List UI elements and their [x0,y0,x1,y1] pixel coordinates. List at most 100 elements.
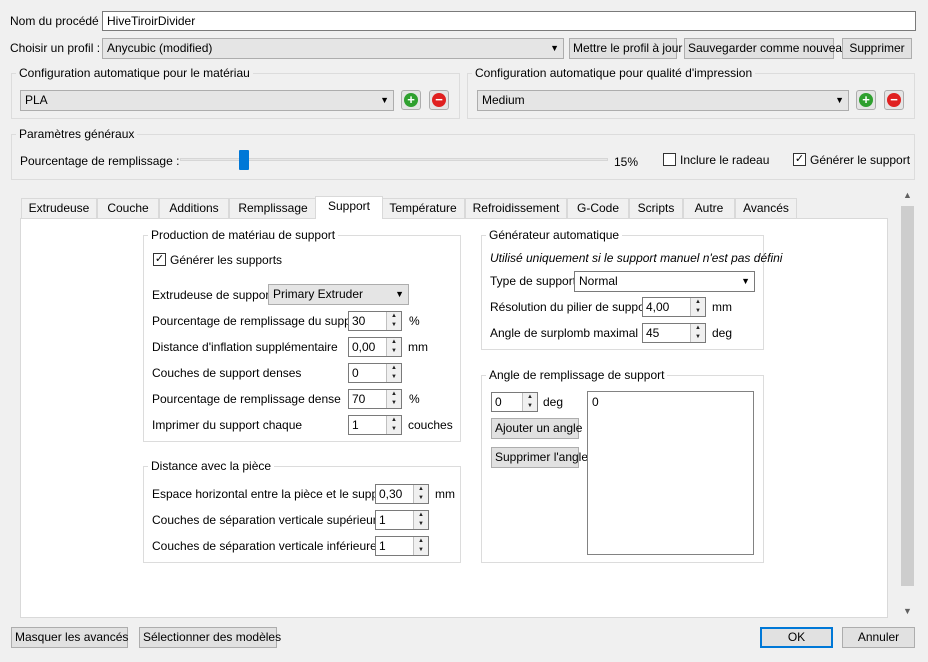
chevron-down-icon[interactable]: ▼ [899,606,916,616]
tab-autre[interactable]: Autre [683,198,735,218]
tab-refroidissement[interactable]: Refroidissement [465,198,567,218]
infill-angle-spinner[interactable]: 0 ▲ ▼ [491,392,538,412]
save-as-new-button[interactable]: Sauvegarder comme nouveau [684,38,849,59]
support-infill-spinner[interactable]: 30 ▲ ▼ [348,311,402,331]
upper-separation-label: Couches de séparation verticale supérieu… [152,513,384,527]
process-name-input[interactable]: HiveTiroirDivider [102,11,916,31]
spin-down-icon[interactable]: ▼ [387,321,401,330]
tab-g-code[interactable]: G-Code [567,198,629,218]
add-angle-button[interactable]: Ajouter un angle [491,418,582,439]
auto-generator-title: Générateur automatique [486,228,623,242]
support-extruder-select[interactable]: Primary Extruder ▼ [268,284,409,305]
support-label: Générer le support [810,153,911,167]
update-profile-button[interactable]: Mettre le profil à jour [569,38,682,59]
plus-circle-icon: + [404,93,418,107]
tab-avanc-s[interactable]: Avancés [735,198,797,218]
spin-down-icon[interactable]: ▼ [691,333,705,342]
add-quality-button[interactable]: + [856,90,876,110]
support-type-select[interactable]: Normal ▼ [574,271,755,292]
spin-down-icon[interactable]: ▼ [387,425,401,434]
spin-up-icon[interactable]: ▲ [387,390,401,399]
remove-material-button[interactable]: − [429,90,449,110]
spin-up-icon[interactable]: ▲ [691,298,705,307]
generate-supports-label: Générer les supports [170,253,283,267]
support-extruder-value: Primary Extruder [273,287,364,301]
angle-listbox[interactable]: 0 [587,391,754,555]
spin-up-icon[interactable]: ▲ [414,511,428,520]
delete-profile-button[interactable]: Supprimer [842,38,912,59]
spin-up-icon[interactable]: ▲ [387,338,401,347]
spin-down-icon[interactable]: ▼ [523,402,537,411]
spin-down-icon[interactable]: ▼ [387,399,401,408]
tab-extrudeuse[interactable]: Extrudeuse [21,198,97,218]
inflation-value: 0,00 [352,340,376,354]
ok-button[interactable]: OK [760,627,833,648]
tab-remplissage[interactable]: Remplissage [229,198,317,218]
horizontal-gap-spinner[interactable]: 0,30 ▲ ▼ [375,484,429,504]
spin-down-icon[interactable]: ▼ [691,307,705,316]
support-infill-value: 30 [352,314,366,328]
tab-couche[interactable]: Couche [97,198,159,218]
upper-separation-spinner[interactable]: 1 ▲ ▼ [375,510,429,530]
raft-label: Inclure le radeau [680,153,770,167]
spin-down-icon[interactable]: ▼ [414,494,428,503]
support-every-value: 1 [352,418,359,432]
tab-temp-rature[interactable]: Température [381,198,465,218]
spin-up-icon[interactable]: ▲ [691,324,705,333]
quality-select-value: Medium [482,93,525,107]
spin-down-icon[interactable]: ▼ [387,373,401,382]
spin-up-icon[interactable]: ▲ [387,364,401,373]
spin-up-icon[interactable]: ▲ [387,416,401,425]
material-select[interactable]: PLA ▼ [20,90,394,111]
overhang-angle-label: Angle de surplomb maximal [490,326,639,340]
overhang-angle-spinner[interactable]: 45 ▲ ▼ [642,323,706,343]
support-every-spinner[interactable]: 1 ▲ ▼ [348,415,402,435]
dense-layers-spinner[interactable]: 0 ▲ ▼ [348,363,402,383]
tab-additions[interactable]: Additions [159,198,229,218]
dense-layers-value: 0 [352,366,359,380]
dense-infill-spinner[interactable]: 70 ▲ ▼ [348,389,402,409]
profile-label: Choisir un profil : [10,41,101,55]
generate-supports-checkbox[interactable]: ✓ [153,253,166,266]
scrollbar-thumb[interactable] [901,206,914,586]
select-models-button[interactable]: Sélectionner des modèles [139,627,281,648]
remove-quality-button[interactable]: − [884,90,904,110]
spin-up-icon[interactable]: ▲ [414,537,428,546]
quality-select[interactable]: Medium ▼ [477,90,849,111]
chevron-down-icon: ▼ [835,95,844,105]
chevron-down-icon: ▼ [380,95,389,105]
lower-separation-spinner[interactable]: 1 ▲ ▼ [375,536,429,556]
remove-angle-button[interactable]: Supprimer l'angle [491,447,588,468]
dense-infill-value: 70 [352,392,366,406]
horizontal-gap-label: Espace horizontal entre la pièce et le s… [152,487,393,501]
add-material-button[interactable]: + [401,90,421,110]
spin-down-icon[interactable]: ▼ [414,546,428,555]
list-item[interactable]: 0 [592,395,749,409]
overhang-angle-unit: deg [712,326,733,340]
hide-advanced-button[interactable]: Masquer les avancés [11,627,128,648]
inflation-spinner[interactable]: 0,00 ▲ ▼ [348,337,402,357]
spin-down-icon[interactable]: ▼ [414,520,428,529]
pillar-resolution-value: 4,00 [646,300,670,314]
profile-select[interactable]: Anycubic (modified) ▼ [102,38,564,59]
dense-infill-unit: % [409,392,420,406]
spin-up-icon[interactable]: ▲ [387,312,401,321]
pillar-resolution-spinner[interactable]: 4,00 ▲ ▼ [642,297,706,317]
spin-up-icon[interactable]: ▲ [523,393,537,402]
infill-slider-thumb[interactable] [239,150,250,170]
cancel-button[interactable]: Annuler [842,627,915,648]
support-checkbox[interactable]: ✓ [793,153,806,166]
pillar-resolution-label: Résolution du pilier de support [490,300,653,314]
raft-checkbox[interactable] [663,153,676,166]
tab-scripts[interactable]: Scripts [629,198,683,218]
process-name-label: Nom du procédé : [10,14,106,28]
inflation-unit: mm [408,340,428,354]
plus-circle-icon: + [859,93,873,107]
dense-layers-label: Couches de support denses [152,366,302,380]
spin-up-icon[interactable]: ▲ [414,485,428,494]
spin-down-icon[interactable]: ▼ [387,347,401,356]
vertical-scrollbar[interactable]: ▲ ▼ [899,188,916,620]
chevron-up-icon[interactable]: ▲ [899,190,916,200]
tab-support[interactable]: Support [315,196,383,219]
horizontal-gap-value: 0,30 [379,487,403,501]
